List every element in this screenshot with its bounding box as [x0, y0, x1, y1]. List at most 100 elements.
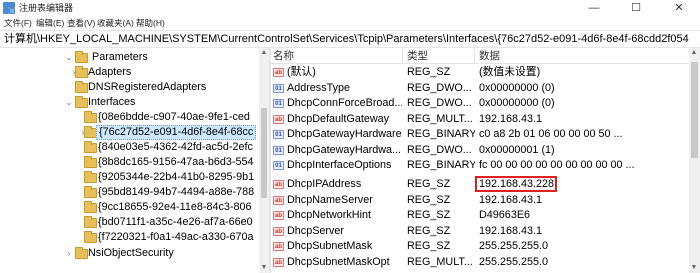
binary-value-icon: 01 — [273, 83, 284, 93]
tree-item-adapters[interactable]: › Adapters — [0, 65, 259, 80]
folder-icon — [84, 111, 97, 123]
registry-value-row[interactable]: 01 DhcpInterfaceOptions REG_BINARY fc 00… — [271, 158, 689, 174]
menu-view[interactable]: 查看(V) — [67, 18, 95, 29]
menu-bar: 文件(F) 编辑(E) 查看(V) 收藏夹(A) 帮助(H) — [0, 17, 700, 30]
value-name: DhcpInterfaceOptions — [287, 159, 392, 171]
folder-icon — [84, 186, 97, 198]
tree-item-interface[interactable]: {95bd8149-94b7-4494-a88e-788 — [0, 185, 259, 200]
value-type: REG_SZ — [407, 240, 451, 252]
value-name: DhcpNetworkHint — [287, 209, 372, 221]
column-header-data[interactable]: 数据 — [475, 48, 689, 64]
scroll-up-icon[interactable]: ▲ — [259, 48, 269, 58]
folder-icon — [84, 216, 97, 228]
tree-item-interface[interactable]: {840e03e5-4362-42fd-ac5d-2efc — [0, 140, 259, 155]
binary-value-icon: 01 — [273, 130, 284, 139]
value-data: D49663E6 — [479, 209, 531, 221]
value-name: DhcpIPAddress — [287, 178, 362, 190]
string-value-icon: ab — [273, 195, 284, 205]
value-data: 255.255.255.0 — [479, 255, 549, 268]
chevron-down-icon[interactable]: ⌄ — [64, 50, 74, 65]
tree-item-interface[interactable]: {8b8dc165-9156-47aa-b6d3-554 — [0, 155, 259, 170]
registry-value-row[interactable]: 01 DhcpGatewayHardwa... REG_DWO... 0x000… — [271, 143, 689, 159]
value-data: 0x00000000 (0) — [479, 97, 555, 109]
tree-item-label: {840e03e5-4362-42fd-ac5d-2efc — [98, 141, 253, 153]
registry-value-row[interactable]: ab DhcpSubnetMaskOpt REG_MULT... 255.255… — [271, 255, 689, 271]
string-value-icon: ab — [273, 257, 284, 267]
tree-item-label: {08e6bdde-c907-40ae-9fe1-ced — [98, 111, 250, 123]
maximize-button[interactable]: ☐ — [617, 0, 655, 17]
highlight-box — [475, 176, 557, 192]
registry-value-row[interactable]: ab DhcpNameServer REG_SZ 192.168.43.1 — [271, 193, 689, 209]
value-data: (数值未设置) — [479, 66, 541, 78]
tree-item-label: Parameters — [92, 51, 148, 63]
menu-edit[interactable]: 编辑(E) — [36, 18, 64, 29]
value-type: REG_SZ — [407, 193, 451, 206]
menu-favorites[interactable]: 收藏夹(A) — [97, 18, 134, 29]
registry-value-row[interactable]: ab (默认) REG_SZ (数值未设置) — [271, 65, 689, 81]
tree-scrollbar[interactable]: ▲ ▼ — [259, 48, 269, 273]
tree-item-label: {bd0711f1-a35c-4e26-af7a-66e0 — [98, 216, 253, 228]
tree-item-interface-selected[interactable]: › {76c27d52-e091-4d6f-8e4f-68cc — [0, 125, 259, 140]
tree-item-interfaces[interactable]: ⌄ Interfaces — [0, 95, 259, 110]
values-scrollbar[interactable]: ▲ ▼ — [689, 48, 700, 273]
tree-item-parameters[interactable]: ⌄ Parameters — [0, 50, 259, 65]
regedit-icon — [3, 2, 15, 14]
scroll-down-icon[interactable]: ▼ — [259, 263, 269, 273]
folder-icon — [84, 201, 97, 213]
tree-item-label: DNSRegisteredAdapters — [88, 81, 207, 93]
tree-item-interface[interactable]: {9205344e-22b4-41b0-8295-9b1 — [0, 170, 259, 185]
string-value-icon: ab — [273, 114, 284, 124]
minimize-button[interactable]: — — [575, 0, 613, 17]
list-header: 名称 类型 数据 — [271, 48, 689, 64]
value-type: REG_MULT... — [407, 112, 473, 125]
folder-icon — [75, 51, 88, 63]
tree-item-label: {9cc18655-92e4-11e8-84c3-806 — [98, 201, 252, 213]
scroll-thumb[interactable] — [691, 62, 698, 158]
chevron-down-icon[interactable]: ⌄ — [64, 95, 74, 110]
tree-item-interface[interactable]: {08e6bdde-c907-40ae-9fe1-ced — [0, 110, 259, 125]
string-value-icon: ab — [273, 211, 284, 220]
folder-icon — [84, 156, 97, 168]
registry-value-row[interactable]: ab DhcpNetworkHint REG_SZ D49663E6 — [271, 208, 689, 224]
menu-help[interactable]: 帮助(H) — [136, 18, 165, 29]
tree-pane[interactable]: ⌄ Parameters › Adapters DNSRegisteredAda… — [0, 48, 259, 273]
registry-value-row[interactable]: ab DhcpDefaultGateway REG_MULT... 192.16… — [271, 112, 689, 128]
value-data: 0x00000000 (0) — [479, 81, 555, 94]
value-type: REG_SZ — [407, 209, 451, 221]
registry-value-row-highlighted[interactable]: ab DhcpIPAddress REG_SZ 192.168.43.228 — [271, 176, 689, 193]
folder-icon — [75, 247, 88, 259]
scroll-down-icon[interactable]: ▼ — [689, 263, 699, 273]
tree-item-dnsregisteredadapters[interactable]: DNSRegisteredAdapters — [0, 80, 259, 95]
close-button[interactable]: ✕ — [660, 0, 698, 17]
folder-icon — [84, 141, 97, 153]
title-bar: 注册表编辑器 — ☐ ✕ — [0, 0, 700, 17]
column-header-name[interactable]: 名称 — [271, 48, 403, 64]
tree-item-interface[interactable]: {9cc18655-92e4-11e8-84c3-806 — [0, 200, 259, 215]
string-value-icon: ab — [273, 180, 284, 189]
tree-item-interface[interactable]: {bd0711f1-a35c-4e26-af7a-66e0 — [0, 215, 259, 230]
tree-item-nsiobjectsecurity[interactable]: › NsiObjectSecurity — [0, 246, 259, 261]
registry-value-row[interactable]: ab DhcpServer REG_SZ 192.168.43.1 — [271, 224, 689, 240]
tree-item-interface[interactable]: {f7220321-f0a1-49ac-a330-670a — [0, 230, 259, 245]
scroll-thumb[interactable] — [261, 108, 267, 198]
value-name: DhcpSubnetMask — [287, 240, 373, 252]
registry-value-row[interactable]: ab DhcpSubnetMask REG_SZ 255.255.255.0 — [271, 239, 689, 255]
address-path[interactable]: 计算机\HKEY_LOCAL_MACHINE\SYSTEM\CurrentCon… — [4, 32, 689, 47]
value-type: REG_DWO... — [407, 143, 472, 156]
registry-value-row[interactable]: 01 DhcpGatewayHardware REG_BINARY c0 a8 … — [271, 127, 689, 143]
menu-file[interactable]: 文件(F) — [4, 18, 32, 29]
binary-value-icon: 01 — [273, 161, 284, 170]
value-type: REG_SZ — [407, 224, 451, 237]
tree-item-label: NsiObjectSecurity — [88, 247, 174, 259]
chevron-right-icon[interactable]: › — [64, 246, 74, 261]
value-type: REG_DWO... — [407, 81, 472, 94]
address-bar[interactable]: 计算机\HKEY_LOCAL_MACHINE\SYSTEM\CurrentCon… — [0, 30, 700, 48]
registry-value-row[interactable]: 01 AddressType REG_DWO... 0x00000000 (0) — [271, 81, 689, 97]
values-list[interactable]: 名称 类型 数据 ab (默认) REG_SZ (数值未设置) 01 Addre… — [271, 48, 689, 273]
value-data: 192.168.43.1 — [479, 224, 543, 237]
column-header-type[interactable]: 类型 — [403, 48, 475, 64]
registry-value-row[interactable]: 01 DhcpConnForceBroad... REG_DWO... 0x00… — [271, 96, 689, 112]
value-type: REG_BINARY — [407, 159, 475, 171]
value-type: REG_SZ — [407, 178, 451, 190]
scroll-up-icon[interactable]: ▲ — [689, 48, 699, 58]
